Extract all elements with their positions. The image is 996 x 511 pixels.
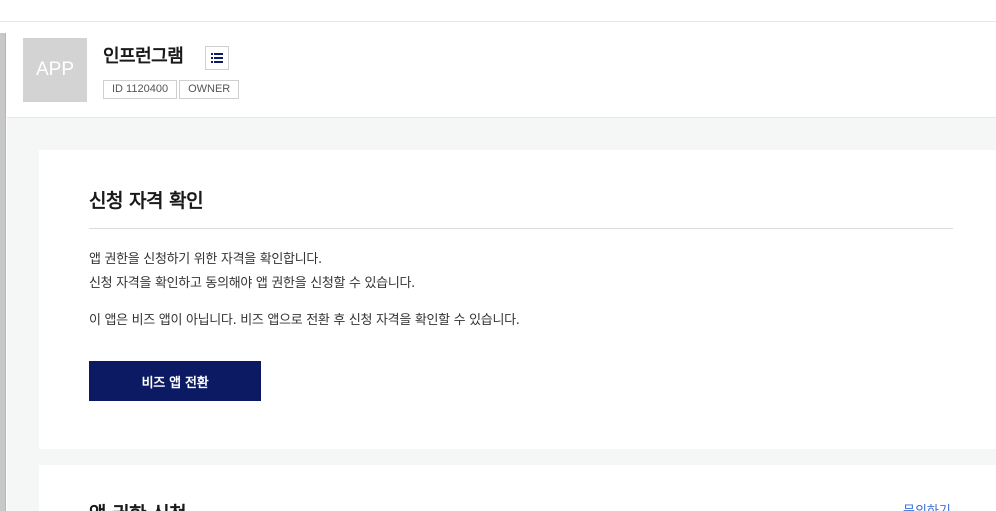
app-id-tag: ID 1120400 xyxy=(103,80,178,99)
app-name: 인프런그램 xyxy=(103,46,184,67)
eligibility-notice: 이 앱은 비즈 앱이 아닙니다. 비즈 앱으로 전환 후 신청 자격을 확인할 … xyxy=(89,313,520,328)
eligibility-desc-line1: 앱 권한을 신청하기 위한 자격을 확인합니다. xyxy=(89,252,322,267)
inquiry-link[interactable]: 문의하기 xyxy=(903,500,951,511)
top-bar xyxy=(0,0,996,22)
app-role-tag: OWNER xyxy=(179,80,240,99)
eligibility-divider xyxy=(89,228,953,229)
permission-card: 앱 권한 신청 문의하기 xyxy=(39,465,996,511)
left-scroll-rail xyxy=(0,33,6,511)
eligibility-desc-line2: 신청 자격을 확인하고 동의해야 앱 권한을 신청할 수 있습니다. xyxy=(89,276,415,291)
eligibility-card: 신청 자격 확인 앱 권한을 신청하기 위한 자격을 확인합니다. 신청 자격을… xyxy=(39,150,996,449)
app-header: APP 인프런그램 ID 1120400 OWNER xyxy=(7,22,996,118)
app-list-button[interactable] xyxy=(205,46,229,70)
permission-title: 앱 권한 신청 xyxy=(89,499,187,511)
list-icon xyxy=(211,53,223,63)
app-thumbnail: APP xyxy=(23,38,87,102)
convert-biz-app-button[interactable]: 비즈 앱 전환 xyxy=(89,361,261,401)
eligibility-title: 신청 자격 확인 xyxy=(89,190,204,212)
app-tags: ID 1120400 OWNER xyxy=(103,80,241,99)
